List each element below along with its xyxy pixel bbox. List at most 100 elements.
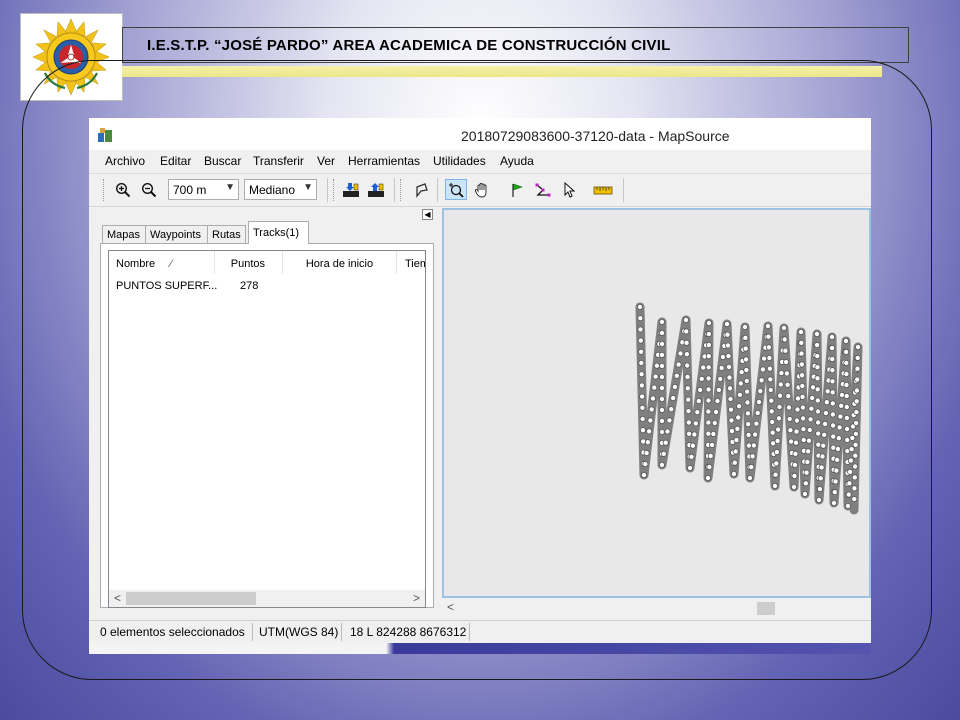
track-point	[767, 376, 774, 383]
track-point	[772, 471, 779, 478]
measure-tool-button[interactable]	[592, 179, 614, 200]
track-point	[683, 328, 690, 335]
menu-ayuda[interactable]: Ayuda	[500, 154, 534, 168]
track-point	[658, 395, 665, 402]
selection-tool-button[interactable]	[558, 179, 580, 200]
track-point	[658, 319, 665, 326]
track-point	[685, 419, 692, 426]
zoom-scale-select[interactable]: 700 m ▼	[168, 179, 239, 200]
detail-level-select[interactable]: Mediano ▼	[244, 179, 317, 200]
column-header-hora-inicio[interactable]: Hora de inicio	[283, 251, 397, 274]
menu-editar[interactable]: Editar	[160, 154, 191, 168]
track-point	[853, 409, 860, 416]
zoom-in-button[interactable]	[112, 179, 134, 200]
scroll-left-icon[interactable]: <	[447, 600, 454, 614]
track-point	[715, 386, 722, 393]
toolbar-grip[interactable]	[400, 179, 404, 201]
track-point	[800, 415, 807, 422]
tracks-list[interactable]: Nombre ⁄ Puntos Hora de inicio Tiem PUNT…	[108, 250, 426, 608]
menu-transferir[interactable]: Transferir	[253, 154, 304, 168]
track-point	[802, 480, 809, 487]
toolbar-grip[interactable]	[103, 179, 107, 201]
track-point	[814, 386, 821, 393]
zoom-scale-value: 700 m	[173, 183, 207, 197]
menu-herramientas[interactable]: Herramientas	[348, 154, 420, 168]
track-point	[753, 420, 760, 427]
track-point	[658, 340, 665, 347]
track-point	[709, 441, 716, 448]
toolbar-grip[interactable]	[333, 179, 337, 201]
track-point	[829, 389, 836, 396]
track-point	[755, 398, 762, 405]
track-point	[814, 408, 821, 415]
track-point	[845, 491, 852, 498]
map-scrollbar-thumb[interactable]	[757, 602, 775, 615]
menu-utilidades[interactable]: Utilidades	[433, 154, 486, 168]
status-separator	[252, 623, 253, 641]
track-point	[705, 397, 712, 404]
horizontal-scrollbar[interactable]: < >	[109, 590, 425, 607]
column-header-tiempo[interactable]: Tiem	[397, 251, 425, 274]
track-point	[800, 426, 807, 433]
menu-buscar[interactable]: Buscar	[204, 154, 241, 168]
track-point	[793, 417, 800, 424]
map-view[interactable]	[442, 208, 871, 598]
collapse-panel-button[interactable]: ◀	[422, 209, 433, 220]
track-point	[783, 370, 790, 377]
track-point	[798, 361, 805, 368]
map-select-button[interactable]	[411, 179, 433, 200]
column-header-nombre[interactable]: Nombre ⁄	[109, 251, 215, 274]
scrollbar-thumb[interactable]	[126, 592, 256, 605]
track-point	[773, 449, 780, 456]
track-point	[677, 350, 684, 357]
track-point	[743, 356, 750, 363]
map-horizontal-scrollbar[interactable]: <	[442, 599, 871, 618]
send-to-device-button[interactable]	[365, 179, 387, 200]
track-point	[775, 426, 782, 433]
track-point	[724, 342, 731, 349]
pan-tool-button[interactable]	[471, 179, 493, 200]
column-header-puntos[interactable]: Puntos	[215, 251, 283, 274]
track-point	[652, 373, 659, 380]
track-point	[754, 409, 761, 416]
zoom-out-button[interactable]	[138, 179, 160, 200]
track-point	[814, 375, 821, 382]
track-point	[638, 359, 645, 366]
zoom-tool-button[interactable]	[445, 179, 467, 200]
scroll-right-icon[interactable]: >	[413, 591, 420, 605]
track-point	[787, 427, 794, 434]
tab-rutas[interactable]: Rutas	[207, 225, 246, 243]
track-point	[799, 372, 806, 379]
track-point	[737, 380, 744, 387]
track-point	[658, 461, 665, 468]
track-point	[853, 420, 860, 427]
track-point	[790, 483, 797, 490]
track-point	[843, 359, 850, 366]
track-point	[639, 404, 646, 411]
column-header-label: Nombre	[116, 258, 156, 270]
title-bar[interactable]: 20180729083600-37120-data - MapSource	[89, 118, 871, 150]
chevron-left-icon: ◀	[424, 210, 431, 219]
track-point	[759, 366, 766, 373]
scroll-left-icon[interactable]: <	[114, 591, 121, 605]
datum-status: UTM(WGS 84)	[259, 625, 339, 639]
track-point	[658, 384, 665, 391]
menu-ver[interactable]: Ver	[317, 154, 335, 168]
track-point	[692, 420, 699, 427]
track-point	[725, 363, 732, 370]
route-tool-button[interactable]	[532, 179, 554, 200]
menu-archivo[interactable]: Archivo	[105, 154, 145, 168]
tab-mapas[interactable]: Mapas	[102, 225, 146, 243]
tab-tracks[interactable]: Tracks(1)	[248, 221, 309, 244]
receive-from-device-button[interactable]	[340, 179, 362, 200]
track-point	[658, 330, 665, 337]
track-point	[700, 364, 707, 371]
track-point	[836, 424, 843, 431]
track-point	[744, 399, 751, 406]
track-point	[801, 490, 808, 497]
tab-waypoints[interactable]: Waypoints	[145, 225, 208, 243]
track-point	[830, 499, 837, 506]
track-point	[799, 393, 806, 400]
waypoint-tool-button[interactable]	[506, 179, 528, 200]
track-point	[744, 388, 751, 395]
